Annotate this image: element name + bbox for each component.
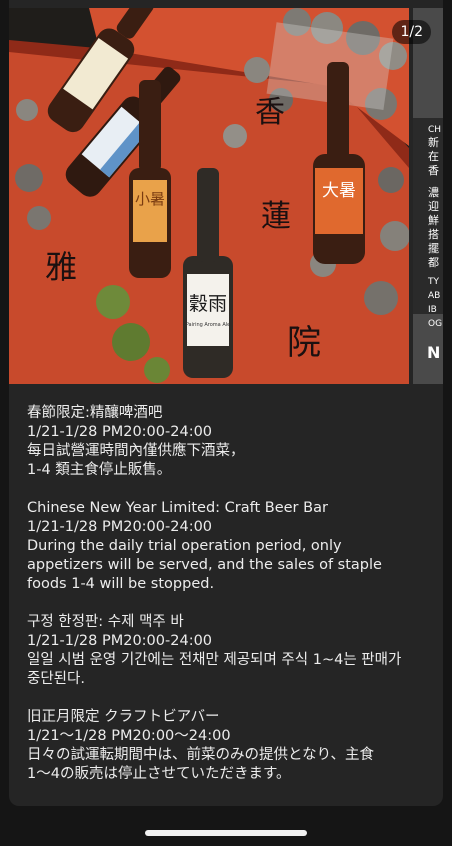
next-slide-text-0: CH bbox=[428, 125, 441, 135]
caption-line: 1/21-1/28 PM20:00-24:00 bbox=[27, 519, 213, 535]
banner-char-xiang: 香 bbox=[255, 95, 285, 130]
next-slide-text-11: AB bbox=[428, 291, 440, 301]
caption-line: 每日試營運時間內僅供應下酒菜， bbox=[27, 443, 245, 459]
carousel-slide-next-preview[interactable]: CH 新 在 香 濃 迎 鮮 搭 擺 都 TY AB IB OG N bbox=[413, 8, 443, 384]
bottle-label-small: Pairing Aroma Ale bbox=[186, 322, 230, 328]
next-slide-text-4: 濃 bbox=[428, 185, 439, 199]
caption-line: 春節限定:精釀啤酒吧 bbox=[27, 405, 163, 421]
caption-line: Chinese New Year Limited: Craft Beer Bar bbox=[27, 500, 328, 516]
bottle-char-xiaoshu: 小暑 bbox=[135, 190, 165, 208]
next-slide-text-1: 新 bbox=[428, 135, 439, 149]
caption-paragraph-japanese: 旧正月限定 クラフトビアバー 1/21～1/28 PM20:00～24:00 日… bbox=[27, 708, 437, 784]
caption-line: 중단된다. bbox=[27, 671, 85, 687]
next-slide-text-6: 鮮 bbox=[428, 213, 439, 227]
next-slide-text-5: 迎 bbox=[428, 200, 439, 213]
next-slide-text-13: OG bbox=[428, 319, 442, 329]
caption-line: 1～4の販売は停止させていただきます。 bbox=[27, 766, 291, 782]
banner-char-yuan: 院 bbox=[287, 323, 321, 363]
caption-line: 1-4 類主食停止販售。 bbox=[27, 462, 172, 478]
next-slide-text-14: N bbox=[427, 343, 440, 362]
caption-line: 1/21-1/28 PM20:00-24:00 bbox=[27, 633, 213, 649]
bottle-char-guyu: 穀雨 bbox=[189, 293, 227, 315]
caption-paragraph-english: Chinese New Year Limited: Craft Beer Bar… bbox=[27, 499, 437, 594]
caption-line: 구정 한정판: 수제 맥주 바 bbox=[27, 614, 184, 630]
caption-line: 일일 시범 운영 기간에는 전채만 제공되며 주식 1~4는 판매가 bbox=[27, 652, 402, 668]
caption-line: foods 1-4 will be stopped. bbox=[27, 576, 215, 592]
caption-line: 1/21～1/28 PM20:00～24:00 bbox=[27, 728, 231, 744]
banner-char-ya: 雅 bbox=[45, 248, 77, 286]
craft-beer-photo: 小暑 穀雨 Pairing Aroma Ale 大暑 香 蓮 院 雅 bbox=[9, 8, 409, 384]
caption-line: 1/21-1/28 PM20:00-24:00 bbox=[27, 424, 213, 440]
caption-line: 旧正月限定 クラフトビアバー bbox=[27, 709, 220, 725]
next-slide-text-12: IB bbox=[428, 305, 437, 315]
next-slide-text-3: 香 bbox=[428, 164, 439, 177]
bottle-char-dashu: 大暑 bbox=[322, 181, 356, 201]
post-card: 小暑 穀雨 Pairing Aroma Ale 大暑 香 蓮 院 雅 CH 新 … bbox=[9, 0, 443, 806]
caption-paragraph-korean: 구정 한정판: 수제 맥주 바 1/21-1/28 PM20:00-24:00 … bbox=[27, 613, 437, 689]
image-carousel[interactable]: 小暑 穀雨 Pairing Aroma Ale 大暑 香 蓮 院 雅 CH 新 … bbox=[9, 0, 443, 384]
next-slide-text-10: TY bbox=[427, 277, 439, 287]
next-slide-text-9: 都 bbox=[428, 256, 439, 269]
image-counter-badge: 1/2 bbox=[392, 20, 431, 44]
carousel-slide-craft-beer-photo[interactable]: 小暑 穀雨 Pairing Aroma Ale 大暑 香 蓮 院 雅 bbox=[9, 8, 409, 384]
next-slide-text-8: 擺 bbox=[428, 241, 439, 255]
caption-paragraph-chinese: 春節限定:精釀啤酒吧 1/21-1/28 PM20:00-24:00 每日試營運… bbox=[27, 404, 437, 480]
post-caption: 春節限定:精釀啤酒吧 1/21-1/28 PM20:00-24:00 每日試營運… bbox=[27, 404, 437, 803]
caption-line: During the daily trial operation period,… bbox=[27, 538, 342, 554]
next-slide-text-7: 搭 bbox=[428, 228, 439, 241]
caption-line: 日々の試運転期間中は、前菜のみの提供となり、主食 bbox=[27, 747, 374, 763]
home-indicator[interactable] bbox=[145, 830, 307, 836]
banner-char-lian: 蓮 bbox=[261, 199, 291, 234]
next-slide-preview: CH 新 在 香 濃 迎 鮮 搭 擺 都 TY AB IB OG N bbox=[413, 8, 443, 384]
next-slide-text-2: 在 bbox=[428, 150, 439, 163]
caption-line: appetizers will be served, and the sales… bbox=[27, 557, 382, 573]
